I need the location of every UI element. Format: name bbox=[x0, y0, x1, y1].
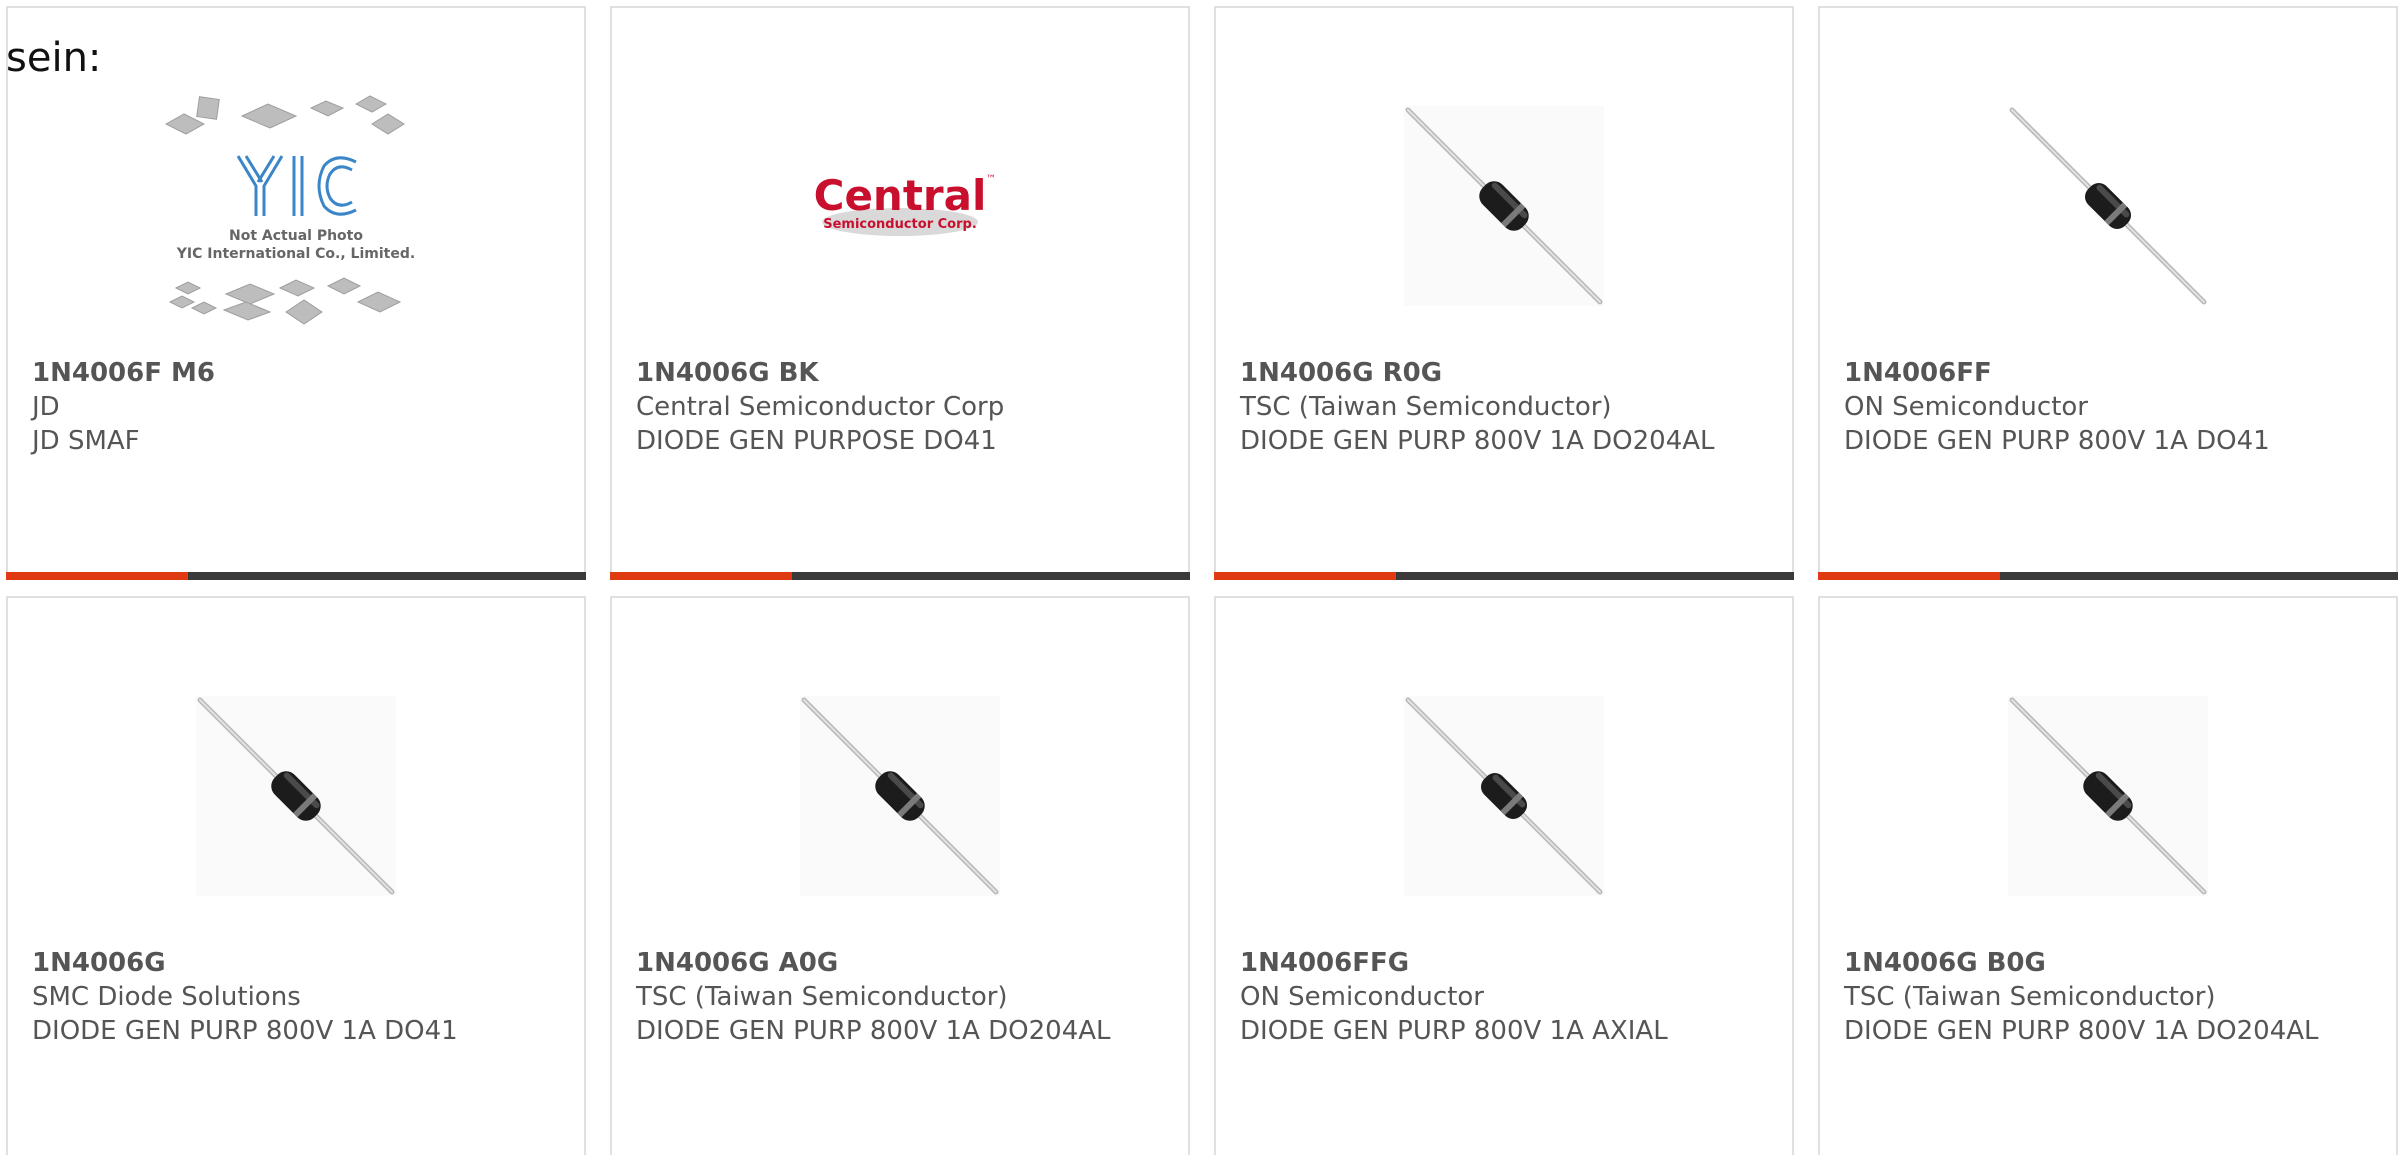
description: DIODE GEN PURP 800V 1A DO204AL bbox=[1844, 1016, 2319, 1046]
card-bar-accent bbox=[1214, 572, 1396, 580]
part-number[interactable]: 1N4006G BK bbox=[636, 356, 1164, 390]
card-bar-accent bbox=[6, 572, 188, 580]
product-image bbox=[1820, 646, 2396, 946]
part-number[interactable]: 1N4006G bbox=[32, 946, 560, 980]
card-bar bbox=[1818, 572, 2398, 580]
card-bar-rest bbox=[1396, 572, 1794, 580]
product-grid: Not Actual Photo YIC International Co., … bbox=[6, 6, 2398, 1155]
product-image bbox=[8, 646, 584, 946]
manufacturer: Central Semiconductor Corp bbox=[636, 392, 1005, 422]
product-image: Not Actual Photo YIC International Co., … bbox=[8, 56, 584, 356]
description: DIODE GEN PURP 800V 1A DO204AL bbox=[636, 1016, 1111, 1046]
card-bar bbox=[610, 572, 1190, 580]
product-card[interactable]: Not Actual Photo YIC International Co., … bbox=[6, 6, 586, 580]
description: DIODE GEN PURPOSE DO41 bbox=[636, 426, 997, 456]
diode-icon bbox=[2008, 696, 2208, 896]
part-number[interactable]: 1N4006G R0G bbox=[1240, 356, 1768, 390]
diode-icon bbox=[1404, 106, 1604, 306]
description: DIODE GEN PURP 800V 1A AXIAL bbox=[1240, 1016, 1668, 1046]
manufacturer: SMC Diode Solutions bbox=[32, 982, 301, 1012]
product-card[interactable]: 1N4006FFG ON Semiconductor DIODE GEN PUR… bbox=[1214, 596, 1794, 1155]
card-bar-accent bbox=[1818, 572, 2000, 580]
product-image: Central ™ Semiconductor Corp. bbox=[612, 56, 1188, 356]
card-bar bbox=[6, 572, 586, 580]
card-bar-accent bbox=[610, 572, 792, 580]
product-card[interactable]: 1N4006FF ON Semiconductor DIODE GEN PURP… bbox=[1818, 6, 2398, 580]
product-image bbox=[1216, 646, 1792, 946]
part-number[interactable]: 1N4006FFG bbox=[1240, 946, 1768, 980]
diode-icon bbox=[196, 696, 396, 896]
intro-text: sein: bbox=[6, 35, 102, 81]
description: DIODE GEN PURP 800V 1A DO41 bbox=[32, 1016, 458, 1046]
svg-text:Semiconductor Corp.: Semiconductor Corp. bbox=[823, 217, 977, 232]
placeholder-photo-icon: Not Actual Photo YIC International Co., … bbox=[164, 95, 415, 325]
product-card[interactable]: 1N4006G A0G TSC (Taiwan Semiconductor) D… bbox=[610, 596, 1190, 1155]
page: sein: Not Actual Photo YIC International… bbox=[0, 0, 2400, 1155]
diode-icon bbox=[2008, 106, 2208, 306]
svg-text:Central: Central bbox=[814, 171, 987, 220]
product-image bbox=[612, 646, 1188, 946]
svg-text:™: ™ bbox=[986, 174, 996, 185]
product-image bbox=[1216, 56, 1792, 356]
manufacturer: TSC (Taiwan Semiconductor) bbox=[1844, 982, 2216, 1012]
card-bar-rest bbox=[188, 572, 586, 580]
description: JD SMAF bbox=[32, 426, 140, 456]
part-number[interactable]: 1N4006FF bbox=[1844, 356, 2372, 390]
card-bar-rest bbox=[792, 572, 1190, 580]
card-bar bbox=[1214, 572, 1794, 580]
product-card[interactable]: 1N4006G B0G TSC (Taiwan Semiconductor) D… bbox=[1818, 596, 2398, 1155]
diode-icon bbox=[1404, 696, 1604, 896]
manufacturer: JD bbox=[32, 392, 60, 422]
description: DIODE GEN PURP 800V 1A DO41 bbox=[1844, 426, 2270, 456]
manufacturer: TSC (Taiwan Semiconductor) bbox=[1240, 392, 1612, 422]
manufacturer: ON Semiconductor bbox=[1844, 392, 2088, 422]
product-card[interactable]: 1N4006G R0G TSC (Taiwan Semiconductor) D… bbox=[1214, 6, 1794, 580]
product-card[interactable]: 1N4006G SMC Diode Solutions DIODE GEN PU… bbox=[6, 596, 586, 1155]
central-semiconductor-logo: Central ™ Semiconductor Corp. bbox=[814, 171, 996, 236]
part-number[interactable]: 1N4006G B0G bbox=[1844, 946, 2372, 980]
svg-text:Not Actual Photo: Not Actual Photo bbox=[229, 228, 363, 244]
product-image bbox=[1820, 56, 2396, 356]
card-bar-rest bbox=[2000, 572, 2398, 580]
svg-text:YIC International Co., Limited: YIC International Co., Limited. bbox=[176, 246, 415, 262]
manufacturer: ON Semiconductor bbox=[1240, 982, 1484, 1012]
product-card[interactable]: Central ™ Semiconductor Corp. 1N4006G BK… bbox=[610, 6, 1190, 580]
part-number[interactable]: 1N4006G A0G bbox=[636, 946, 1164, 980]
part-number[interactable]: 1N4006F M6 bbox=[32, 356, 560, 390]
manufacturer: TSC (Taiwan Semiconductor) bbox=[636, 982, 1008, 1012]
diode-icon bbox=[800, 696, 1000, 896]
description: DIODE GEN PURP 800V 1A DO204AL bbox=[1240, 426, 1715, 456]
